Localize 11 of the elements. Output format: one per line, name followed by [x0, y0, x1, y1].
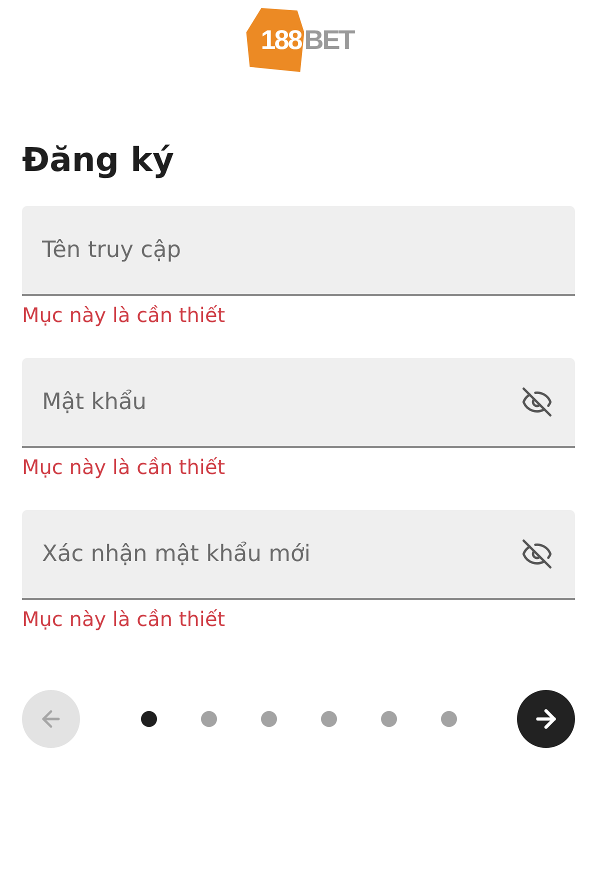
- error-message: Mục này là cần thiết: [22, 607, 226, 632]
- username-field[interactable]: Tên truy cập: [22, 206, 575, 296]
- logo-badge: 188: [246, 8, 304, 72]
- error-message: Mục này là cần thiết: [22, 455, 226, 480]
- page-title: Đăng ký: [22, 139, 174, 181]
- error-message: Mục này là cần thiết: [22, 303, 226, 328]
- password-field[interactable]: Mật khẩu: [22, 358, 575, 448]
- eye-off-icon[interactable]: [521, 538, 553, 570]
- logo-text: BET: [304, 24, 354, 56]
- eye-off-icon[interactable]: [521, 386, 553, 418]
- password-field[interactable]: Xác nhận mật khẩu mới: [22, 510, 575, 600]
